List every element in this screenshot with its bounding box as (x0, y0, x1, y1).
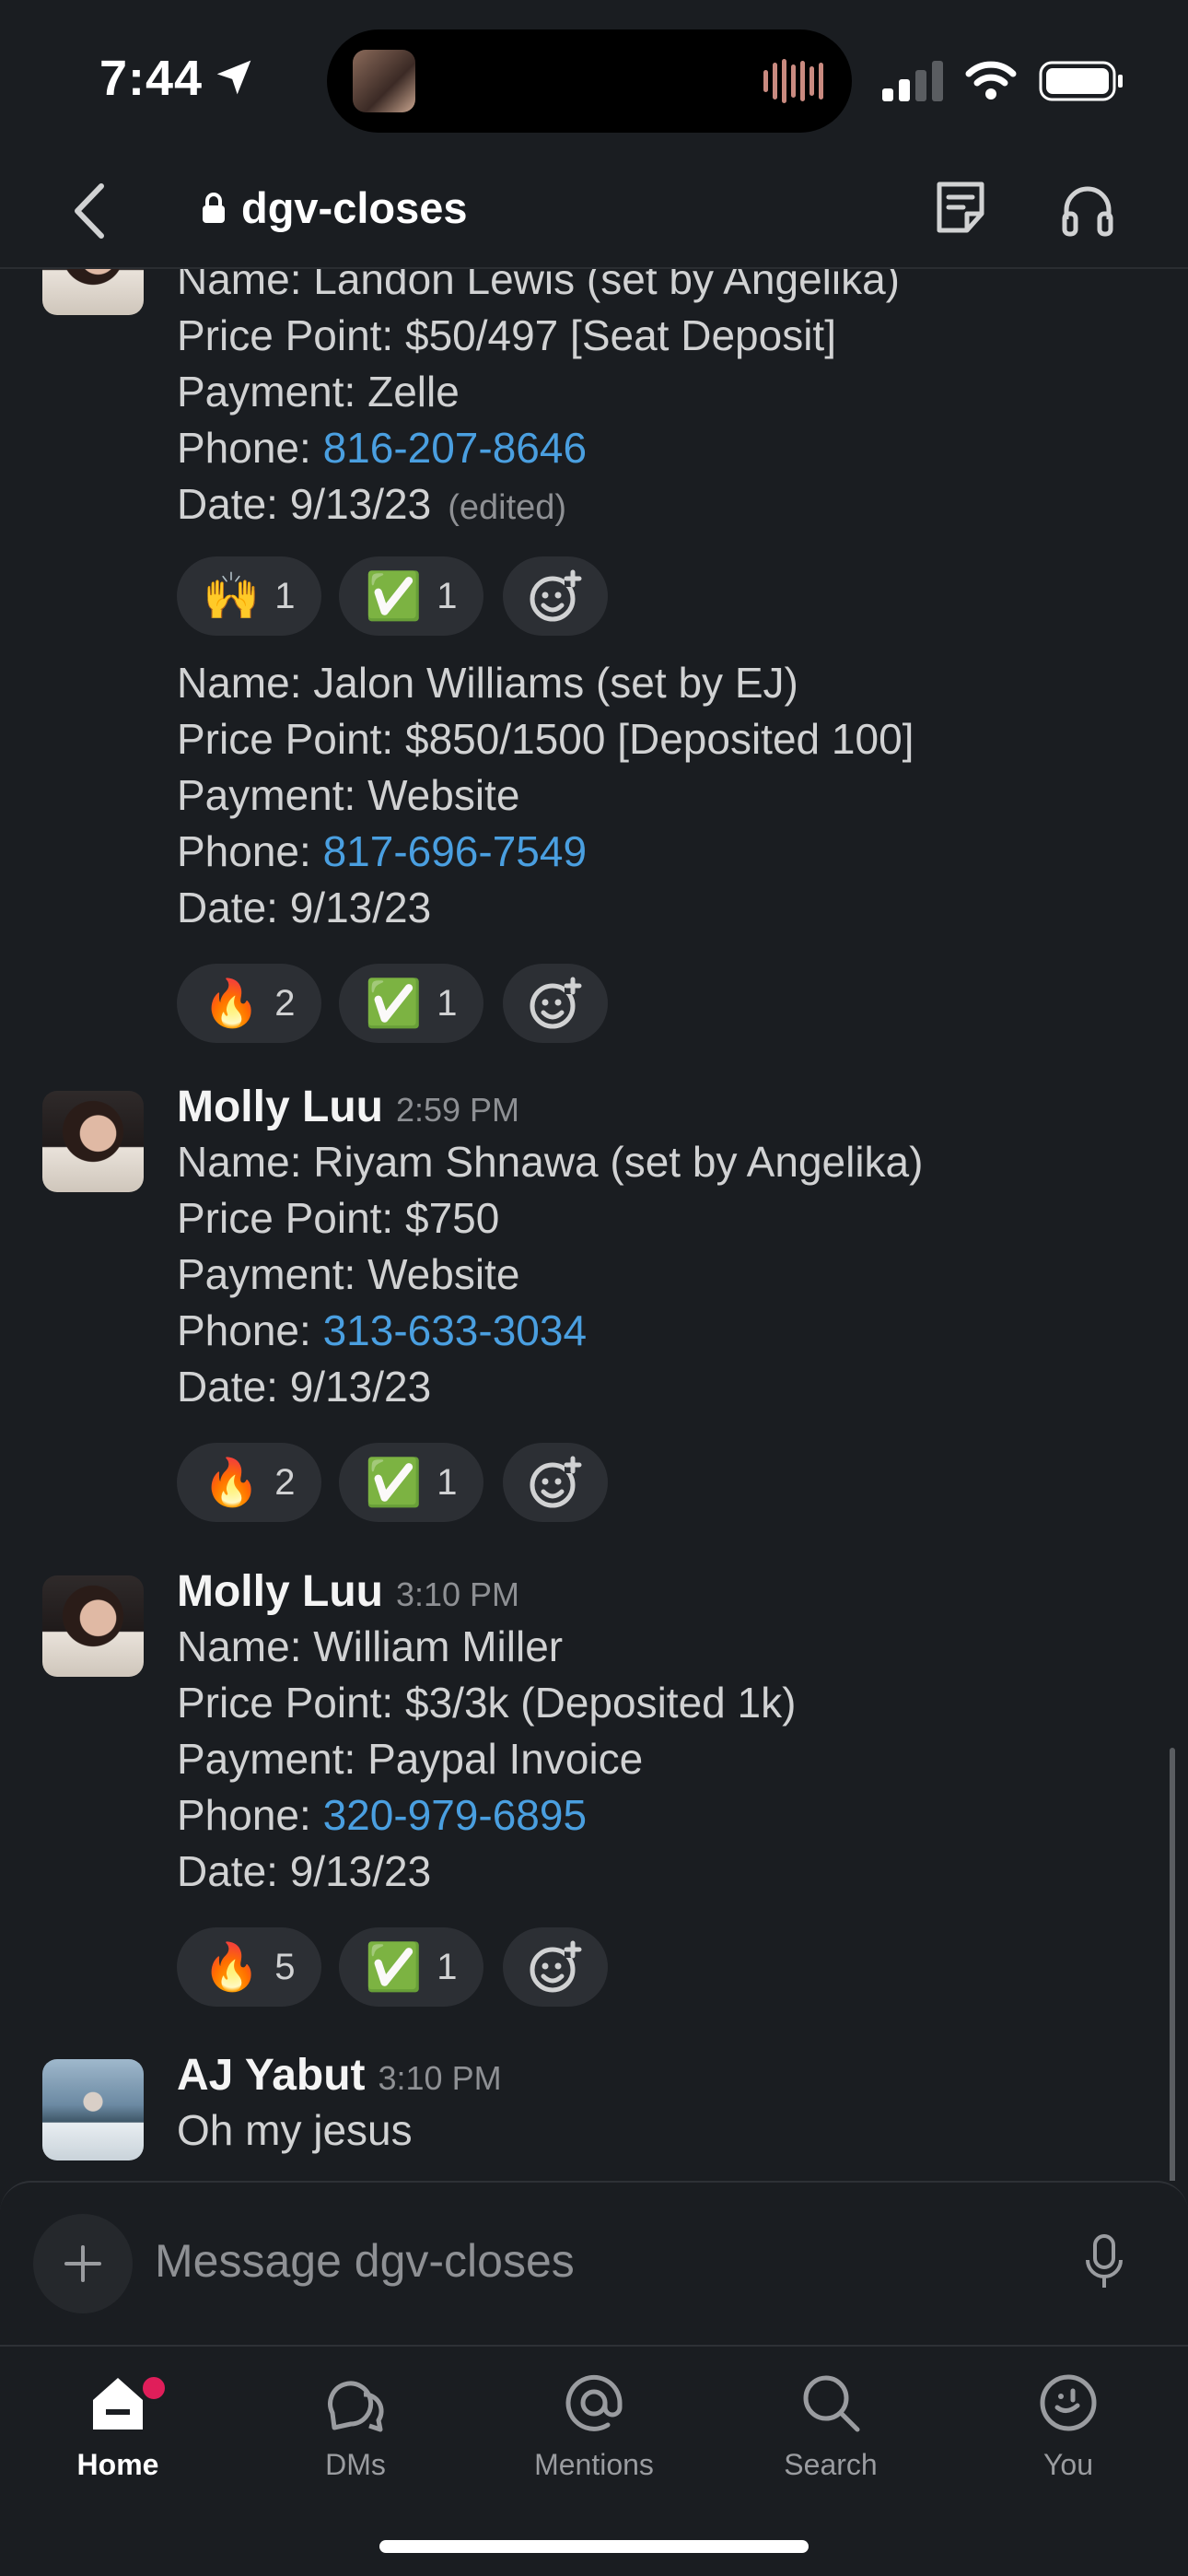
add-reaction-icon (530, 1940, 582, 1993)
add-attachment-button[interactable] (33, 2214, 133, 2313)
message-line-name: Name: Riyam Shnawa (set by Angelika) (177, 1138, 924, 1186)
message-timestamp: 2:59 PM (395, 1091, 520, 1129)
tab-mentions[interactable]: Mentions (511, 2371, 677, 2509)
reaction-check-mark[interactable]: ✅ 1 (339, 1443, 483, 1522)
message-line-payment: Payment: Website (177, 1250, 520, 1298)
microphone-icon[interactable] (1083, 2231, 1125, 2295)
phone-link[interactable]: 817-696-7549 (323, 827, 587, 875)
phone-link[interactable]: 313-633-3034 (323, 1306, 587, 1354)
channel-name[interactable]: dgv-closes (241, 182, 468, 233)
home-indicator[interactable] (379, 2540, 809, 2553)
tab-label: Search (784, 2448, 878, 2481)
you-icon (1040, 2374, 1097, 2431)
message-line-phone: Phone: 816-207-8646 (177, 424, 588, 472)
lock-icon (203, 193, 225, 223)
reaction-fire[interactable]: 🔥 2 (177, 964, 321, 1043)
cellular-signal-icon (882, 61, 943, 101)
message-line-price: Price Point: $750 (177, 1194, 500, 1242)
reaction-check-mark[interactable]: ✅ 1 (339, 1927, 483, 2007)
add-reaction-icon (530, 977, 582, 1029)
message-line-payment: Payment: Website (177, 771, 520, 819)
avatar[interactable] (42, 269, 144, 315)
reaction-fire[interactable]: 🔥 2 (177, 1443, 321, 1522)
message-text: Oh my jesus (177, 2106, 413, 2154)
tab-label: DMs (325, 2448, 386, 2481)
message-timestamp: 3:10 PM (395, 1575, 520, 1613)
plus-icon (64, 2245, 101, 2282)
tab-dms[interactable]: DMs (273, 2371, 438, 2509)
message-line-date: Date: 9/13/23 (edited) (177, 480, 567, 528)
wifi-icon (965, 61, 1017, 100)
message-author[interactable]: Molly Luu 2:59 PM (177, 1082, 519, 1132)
dms-icon (328, 2381, 384, 2432)
message-line-date: Date: 9/13/23 (177, 1363, 432, 1411)
now-playing-avatar (353, 50, 415, 112)
headphones-icon[interactable] (1059, 179, 1116, 240)
add-reaction-icon (530, 1456, 582, 1508)
status-time: 7:44 (99, 51, 204, 106)
canvas-icon[interactable] (932, 177, 989, 238)
tab-label: You (1043, 2448, 1093, 2481)
tab-label: Home (76, 2448, 159, 2481)
tab-home[interactable]: Home (35, 2371, 201, 2509)
message-line-phone: Phone: 320-979-6895 (177, 1791, 588, 1839)
tab-search[interactable]: Search (748, 2371, 914, 2509)
tab-label: Mentions (534, 2448, 654, 2481)
location-arrow-icon (216, 60, 251, 95)
channel-header: dgv-closes (0, 157, 1188, 269)
reaction-check-mark[interactable]: ✅ 1 (339, 556, 483, 636)
message-line-price: Price Point: $50/497 [Seat Deposit] (177, 311, 836, 359)
scrollbar[interactable] (1170, 1748, 1175, 2181)
add-reaction-button[interactable] (503, 556, 608, 636)
add-reaction-button[interactable] (503, 1927, 608, 2007)
message-line-date: Date: 9/13/23 (177, 884, 432, 931)
message-line-name: Name: Landon Lewis (set by Angelika) (177, 269, 900, 303)
back-chevron-icon[interactable] (68, 179, 112, 243)
status-bar: 7:44 (0, 0, 1188, 157)
reaction-check-mark[interactable]: ✅ 1 (339, 964, 483, 1043)
avatar[interactable] (42, 2059, 144, 2160)
battery-icon (1039, 61, 1123, 101)
avatar[interactable] (42, 1091, 144, 1192)
audio-waveform-icon (763, 59, 823, 103)
message-composer: Message dgv-closes (0, 2181, 1188, 2345)
reaction-fire[interactable]: 🔥 5 (177, 1927, 321, 2007)
message-line-price: Price Point: $850/1500 [Deposited 100] (177, 715, 914, 763)
dynamic-island (327, 29, 852, 133)
message-list[interactable]: Name: Landon Lewis (set by Angelika) Pri… (0, 269, 1188, 2181)
message-line-payment: Payment: Paypal Invoice (177, 1735, 644, 1783)
message-author[interactable]: Molly Luu 3:10 PM (177, 1566, 519, 1617)
message-line-name: Name: Jalon Williams (set by EJ) (177, 659, 798, 707)
message-line-phone: Phone: 817-696-7549 (177, 827, 588, 875)
add-reaction-icon (530, 569, 582, 622)
phone-link[interactable]: 816-207-8646 (323, 424, 587, 472)
message-line-payment: Payment: Zelle (177, 368, 460, 416)
message-timestamp: 3:10 PM (378, 2059, 502, 2097)
search-icon (803, 2375, 860, 2432)
message-author[interactable]: AJ Yabut 3:10 PM (177, 2050, 502, 2101)
message-line-date: Date: 9/13/23 (177, 1847, 432, 1895)
message-line-name: Name: William Miller (177, 1622, 564, 1670)
notification-badge (138, 2372, 169, 2404)
message-input[interactable]: Message dgv-closes (155, 2234, 575, 2288)
message-line-phone: Phone: 313-633-3034 (177, 1306, 588, 1354)
edited-label: (edited) (448, 488, 567, 527)
avatar[interactable] (42, 1575, 144, 1677)
add-reaction-button[interactable] (503, 1443, 608, 1522)
mentions-icon (565, 2374, 623, 2431)
message-line-price: Price Point: $3/3k (Deposited 1k) (177, 1679, 797, 1727)
reaction-raised-hands[interactable]: 🙌 1 (177, 556, 321, 636)
phone-link[interactable]: 320-979-6895 (323, 1791, 587, 1839)
add-reaction-button[interactable] (503, 964, 608, 1043)
tab-you[interactable]: You (985, 2371, 1151, 2509)
